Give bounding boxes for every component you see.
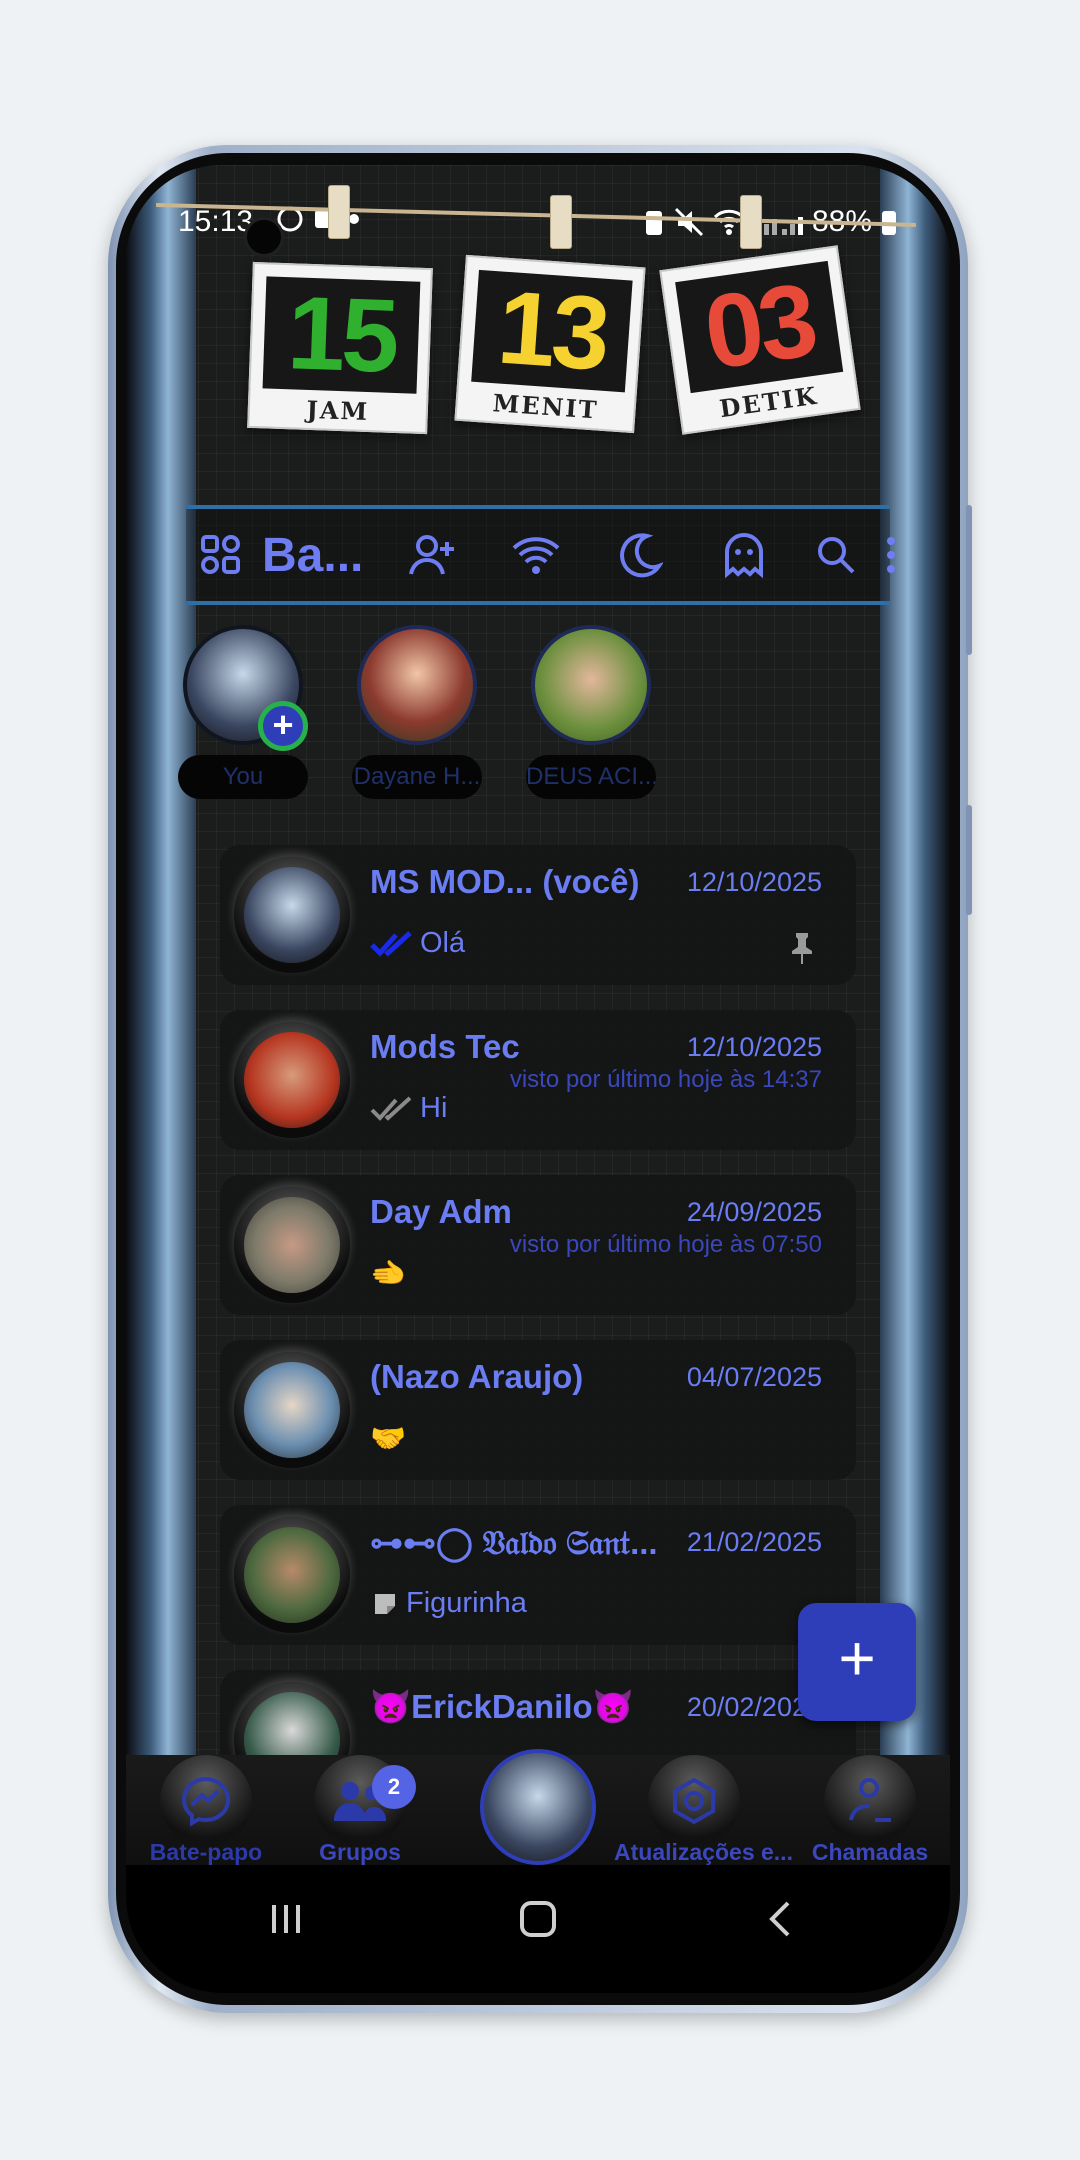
chat-last-message: Olá (370, 927, 465, 960)
chat-avatar (234, 1682, 350, 1755)
clock-minutes-label: MENIT (491, 388, 600, 425)
chat-avatar (234, 1187, 350, 1303)
clothespin (328, 185, 350, 239)
double-check-icon (370, 1096, 412, 1121)
add-story-icon[interactable]: + (258, 701, 308, 751)
chat-row[interactable]: MS MOD... (você) 12/10/2025 Olá (220, 845, 856, 985)
moon-icon[interactable] (590, 509, 690, 601)
clock-minutes: 13 (494, 268, 610, 393)
chat-message-text: 🤝 (370, 1423, 407, 1455)
chat-avatar (234, 1517, 350, 1633)
story-name: You (178, 755, 308, 799)
story-avatar (357, 625, 477, 745)
chat-row[interactable]: (Nazo Araujo) 04/07/2025 🤝 (220, 1340, 856, 1480)
story-avatar (531, 625, 651, 745)
chat-name: MS MOD... (você) (370, 863, 640, 900)
home-icon[interactable] (518, 1899, 558, 1950)
ghost-icon[interactable] (694, 509, 794, 601)
chat-name: ⊶⊷◯ 𝔙𝔞𝔩𝔡𝔬 𝔖𝔞𝔫𝔱... (370, 1524, 658, 1561)
clothespin (740, 195, 762, 249)
chat-list: MS MOD... (você) 12/10/2025 Olá Mods Tec… (220, 845, 856, 1755)
story-item[interactable]: + You (178, 625, 308, 799)
top-toolbar: Ba... (186, 505, 895, 605)
clothespin (550, 195, 572, 249)
calls-icon (824, 1755, 916, 1847)
chat-last-message: 🤝 (370, 1422, 406, 1456)
story-item[interactable]: Dayane H... (352, 625, 482, 799)
status-time: 15:13 (178, 205, 254, 238)
chat-row[interactable]: Mods Tec 12/10/2025 visto por último hoj… (220, 1010, 856, 1150)
status-stories: + You Dayane H... DEUS ACI... (126, 625, 950, 799)
chat-name: Mods Tec (370, 1028, 520, 1065)
chat-message-text: Hi (420, 1092, 448, 1124)
chat-name: Day Adm (370, 1193, 512, 1230)
power-button (966, 805, 972, 915)
chat-row[interactable]: 👿ErickDanilo👿 20/02/2025 (220, 1670, 856, 1755)
clock-seconds: 03 (697, 261, 821, 392)
chat-name: (Nazo Araujo) (370, 1358, 584, 1395)
groups-unread-badge: 2 (372, 1765, 416, 1809)
header-title-container[interactable]: Ba... (262, 509, 382, 601)
chat-name: 👿ErickDanilo👿 (370, 1688, 634, 1725)
story-name: Dayane H... (352, 755, 482, 799)
chat-last-message: 🫲 (370, 1257, 406, 1291)
chat-message-text: 🫲 (370, 1258, 407, 1290)
search-icon[interactable] (796, 509, 876, 601)
chat-date: 21/02/2025 (686, 1527, 822, 1557)
double-check-icon (370, 930, 412, 957)
clock-hours: 15 (285, 274, 398, 395)
chat-last-seen: visto por último hoje às 14:37 (509, 1066, 822, 1093)
profile-avatar (480, 1749, 596, 1865)
chat-date: 04/07/2025 (686, 1362, 822, 1392)
sticker-icon (375, 1593, 395, 1614)
chat-message-text: Olá (420, 927, 466, 959)
chat-avatar (234, 1022, 350, 1138)
clock-seconds-card: 03 DETIK (659, 245, 861, 435)
story-name: DEUS ACI... (526, 755, 656, 799)
apps-grid-icon[interactable] (186, 509, 256, 601)
recent-apps-icon[interactable] (266, 1899, 306, 1950)
new-chat-button[interactable]: + (798, 1603, 916, 1721)
chat-row[interactable]: Day Adm 24/09/2025 visto por último hoje… (220, 1175, 856, 1315)
battery-saver-icon (645, 211, 662, 235)
system-nav-bar (126, 1865, 950, 1993)
chat-date: 12/10/2025 (686, 1032, 822, 1062)
header-title: Ba... (262, 528, 364, 582)
chat-avatar (234, 1352, 350, 1468)
chat-row[interactable]: ⊶⊷◯ 𝔙𝔞𝔩𝔡𝔬 𝔖𝔞𝔫𝔱... 21/02/2025 Figurinha (220, 1505, 856, 1645)
front-camera (244, 217, 284, 257)
back-icon[interactable] (762, 1899, 802, 1950)
chat-last-message: Hi (370, 1092, 447, 1125)
nav-label: Grupos (319, 1839, 401, 1865)
chat-avatar (234, 857, 350, 973)
chat-date: 12/10/2025 (686, 867, 822, 897)
pin-icon (792, 933, 812, 964)
nav-label: Atualizações e... (614, 1839, 793, 1865)
screen: 15:13 88% 15 JAM 13 MENIT 03 DETIK (126, 165, 950, 1993)
curtain-left (126, 165, 196, 1865)
nav-label: Chamadas (811, 1839, 929, 1865)
more-vertical-icon[interactable] (876, 509, 906, 601)
messenger-icon (160, 1755, 252, 1847)
wifi-icon[interactable] (486, 509, 586, 601)
updates-icon (648, 1755, 740, 1847)
volume-button (966, 505, 972, 655)
chat-last-message: Figurinha (370, 1587, 527, 1620)
clock-hours-label: JAM (306, 394, 370, 427)
story-item[interactable]: DEUS ACI... (526, 625, 656, 799)
add-contact-icon[interactable] (382, 509, 482, 601)
nav-label: Bate-papo (149, 1839, 263, 1865)
clock-minutes-card: 13 MENIT (454, 254, 646, 434)
chat-message-text: Figurinha (406, 1587, 527, 1619)
mute-icon (674, 207, 704, 237)
clock-hours-card: 15 JAM (247, 261, 433, 435)
chat-last-seen: visto por último hoje às 07:50 (509, 1231, 822, 1258)
chat-date: 24/09/2025 (686, 1197, 822, 1227)
